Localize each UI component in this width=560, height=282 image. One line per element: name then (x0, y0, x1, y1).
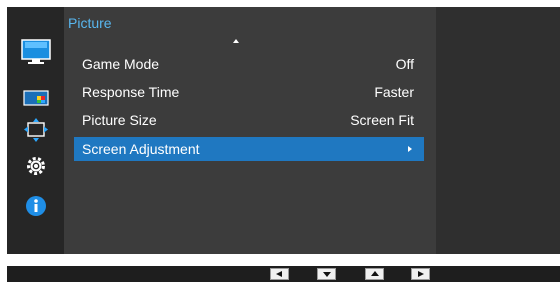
size-position-icon[interactable] (21, 117, 51, 143)
information-icon[interactable] (21, 193, 51, 219)
submenu-arrow-icon (408, 146, 412, 152)
menu-item-label: Response Time (82, 84, 180, 100)
menu-item-picture-size[interactable]: Picture Size Screen Fit (74, 108, 424, 132)
menu-item-label: Screen Adjustment (82, 141, 200, 157)
menu-item-game-mode[interactable]: Game Mode Off (74, 52, 424, 76)
right-arrow-icon (418, 271, 424, 277)
menu-item-label: Game Mode (82, 56, 160, 72)
menu-title: Picture (68, 15, 112, 31)
monitor-icon[interactable] (21, 39, 51, 65)
menu-item-value: Off (395, 56, 414, 72)
menu-item-value: Faster (374, 84, 414, 100)
down-arrow-icon (323, 272, 331, 277)
up-button[interactable] (365, 268, 384, 280)
right-button[interactable] (411, 268, 430, 280)
navigation-bar (7, 266, 560, 282)
settings-gear-icon[interactable] (21, 153, 51, 179)
scroll-up-indicator-icon (233, 39, 239, 43)
category-sidebar (7, 7, 64, 254)
down-button[interactable] (317, 268, 336, 280)
up-arrow-icon (371, 271, 379, 276)
menu-item-value: Screen Fit (350, 112, 414, 128)
color-icon[interactable] (21, 85, 51, 111)
menu-panel: Picture Game Mode Off Response Time Fast… (64, 7, 436, 254)
menu-item-response-time[interactable]: Response Time Faster (74, 80, 424, 104)
info-area (436, 7, 560, 254)
left-button[interactable] (270, 268, 289, 280)
menu-item-screen-adjustment[interactable]: Screen Adjustment (74, 137, 424, 161)
left-arrow-icon (276, 271, 282, 277)
menu-item-label: Picture Size (82, 112, 157, 128)
